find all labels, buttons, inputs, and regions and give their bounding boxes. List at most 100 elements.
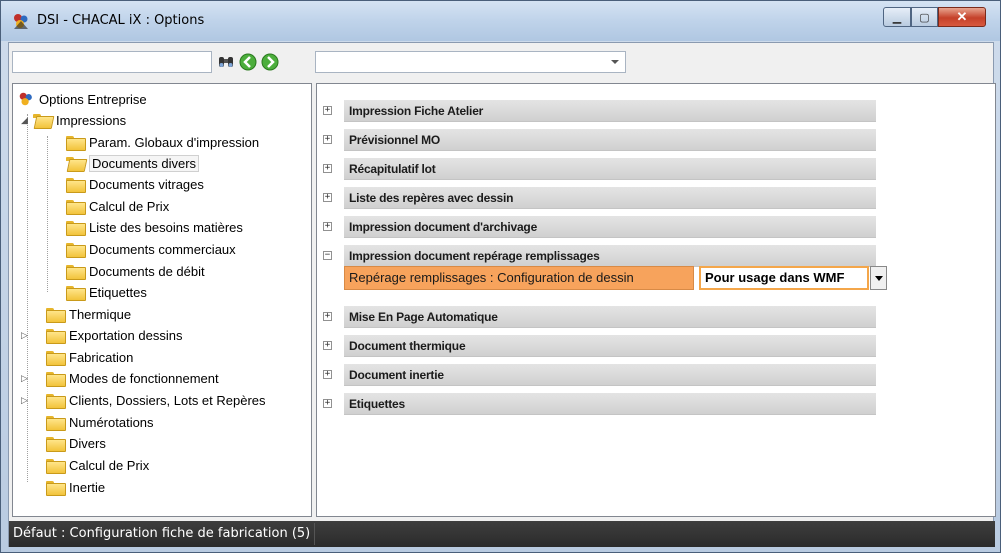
section-header[interactable]: Récapitulatif lot (344, 158, 876, 180)
folder-icon (66, 242, 86, 258)
minimize-icon: ▁ (892, 11, 902, 24)
folder-icon (46, 415, 66, 431)
options-tree: Options Entreprise ◢ Impressions Param. … (12, 83, 312, 517)
options-detail-panel: + Impression Fiche Atelier + Prévisionne… (316, 83, 996, 517)
section-liste-reperes[interactable]: + Liste des repères avec dessin (323, 187, 876, 209)
collapse-icon[interactable]: − (323, 251, 332, 260)
tree-item-calcul-prix-root[interactable]: Calcul de Prix (46, 455, 149, 475)
folder-icon (66, 285, 86, 301)
folder-open-icon (33, 113, 51, 127)
collapsed-arrow-icon[interactable]: ▷ (21, 373, 30, 383)
tree-item-label: Numérotations (69, 414, 154, 430)
expand-icon[interactable]: + (323, 312, 332, 321)
tree-item-clients-dossiers[interactable]: ▷ Clients, Dossiers, Lots et Repères (21, 390, 266, 410)
expand-icon[interactable]: + (323, 222, 332, 231)
tree-item-etiquettes[interactable]: Etiquettes (66, 282, 147, 302)
section-header[interactable]: Liste des repères avec dessin (344, 187, 876, 209)
tree-item-documents-divers[interactable]: Documents divers (66, 153, 200, 173)
status-divider (314, 523, 315, 545)
tree-item-param-globaux[interactable]: Param. Globaux d'impression (66, 132, 259, 152)
tree-item-fabrication[interactable]: Fabrication (46, 347, 133, 367)
option-reperage-remplissages: Repérage remplissages : Configuration de… (344, 266, 904, 290)
folder-icon (46, 307, 66, 323)
tree-item-liste-besoins[interactable]: Liste des besoins matières (66, 217, 243, 237)
maximize-button[interactable]: ▢ (911, 7, 938, 27)
options-window: DSI - CHACAL iX : Options ▁ ▢ ✕ Options … (0, 0, 1001, 553)
folder-icon (46, 328, 66, 344)
app-logo-icon (19, 92, 32, 106)
tree-item-inertie[interactable]: Inertie (46, 477, 105, 497)
app-logo-icon (14, 14, 28, 29)
tree-item-exportation-dessins[interactable]: ▷ Exportation dessins (21, 325, 182, 345)
navigation-combo[interactable] (315, 51, 626, 73)
back-arrow-icon[interactable] (239, 53, 257, 71)
tree-line (27, 114, 28, 482)
section-header[interactable]: Impression Fiche Atelier (344, 100, 876, 122)
section-header[interactable]: Etiquettes (344, 393, 876, 415)
expanded-arrow-icon[interactable]: ◢ (21, 115, 30, 125)
folder-icon (46, 458, 66, 474)
tree-item-documents-debit[interactable]: Documents de débit (66, 261, 205, 281)
expand-icon[interactable]: + (323, 370, 332, 379)
section-header[interactable]: Impression document repérage remplissage… (344, 245, 876, 267)
tree-item-label: Divers (69, 435, 106, 451)
tree-item-label: Documents commerciaux (89, 241, 236, 257)
expand-icon[interactable]: + (323, 399, 332, 408)
minimize-button[interactable]: ▁ (883, 7, 911, 27)
search-input[interactable] (12, 51, 212, 73)
tree-item-label: Calcul de Prix (89, 198, 170, 214)
tree-item-documents-commerciaux[interactable]: Documents commerciaux (66, 239, 236, 259)
folder-icon (66, 220, 86, 236)
section-header[interactable]: Document inertie (344, 364, 876, 386)
expand-icon[interactable]: + (323, 106, 332, 115)
section-header[interactable]: Mise En Page Automatique (344, 306, 876, 328)
section-impression-archivage[interactable]: + Impression document d'archivage (323, 216, 876, 238)
binoculars-icon[interactable] (217, 53, 235, 71)
forward-arrow-icon[interactable] (261, 53, 279, 71)
section-header[interactable]: Prévisionnel MO (344, 129, 876, 151)
tree-item-impressions[interactable]: ◢ Impressions (21, 110, 126, 130)
section-document-inertie[interactable]: + Document inertie (323, 364, 876, 386)
section-impression-fiche-atelier[interactable]: + Impression Fiche Atelier (323, 100, 876, 122)
option-label: Repérage remplissages : Configuration de… (344, 266, 694, 290)
chevron-down-icon[interactable] (611, 60, 619, 64)
title-bar[interactable]: DSI - CHACAL iX : Options ▁ ▢ ✕ (1, 1, 1000, 41)
section-previsionnel-mo[interactable]: + Prévisionnel MO (323, 129, 876, 151)
folder-icon (66, 199, 86, 215)
tree-item-label: Liste des besoins matières (89, 219, 243, 235)
folder-icon (46, 480, 66, 496)
window-title: DSI - CHACAL iX : Options (37, 13, 205, 28)
folder-icon (46, 393, 66, 409)
tree-item-label: Documents divers (89, 154, 200, 172)
section-header[interactable]: Impression document d'archivage (344, 216, 876, 238)
tree-item-calcul-prix[interactable]: Calcul de Prix (66, 196, 169, 216)
tree-item-label: Inertie (69, 479, 106, 495)
tree-item-label: Exportation dessins (69, 327, 183, 343)
collapsed-arrow-icon[interactable]: ▷ (21, 330, 30, 340)
dropdown-arrow-icon[interactable] (870, 266, 887, 290)
close-button[interactable]: ✕ (938, 7, 986, 27)
section-header[interactable]: Document thermique (344, 335, 876, 357)
tree-item-thermique[interactable]: Thermique (46, 304, 131, 324)
section-etiquettes[interactable]: + Etiquettes (323, 393, 876, 415)
section-impression-reperage[interactable]: − Impression document repérage remplissa… (323, 245, 876, 267)
expand-icon[interactable]: + (323, 135, 332, 144)
client-area: Options Entreprise ◢ Impressions Param. … (8, 42, 996, 547)
tree-item-modes-fonctionnement[interactable]: ▷ Modes de fonctionnement (21, 368, 219, 388)
collapsed-arrow-icon[interactable]: ▷ (21, 395, 30, 405)
option-select[interactable]: Pour usage dans WMF (699, 266, 887, 290)
expand-icon[interactable]: + (323, 341, 332, 350)
expand-icon[interactable]: + (323, 164, 332, 173)
expand-icon[interactable]: + (323, 193, 332, 202)
tree-item-label: Documents de débit (89, 263, 205, 279)
folder-icon (66, 177, 86, 193)
toolbar (9, 43, 993, 79)
tree-item-divers[interactable]: Divers (46, 433, 106, 453)
tree-root[interactable]: Options Entreprise (17, 89, 147, 109)
section-recapitulatif-lot[interactable]: + Récapitulatif lot (323, 158, 876, 180)
section-mise-en-page[interactable]: + Mise En Page Automatique (323, 306, 876, 328)
tree-item-documents-vitrages[interactable]: Documents vitrages (66, 174, 204, 194)
tree-item-numerotations[interactable]: Numérotations (46, 412, 154, 432)
folder-icon (46, 436, 66, 452)
section-document-thermique[interactable]: + Document thermique (323, 335, 876, 357)
